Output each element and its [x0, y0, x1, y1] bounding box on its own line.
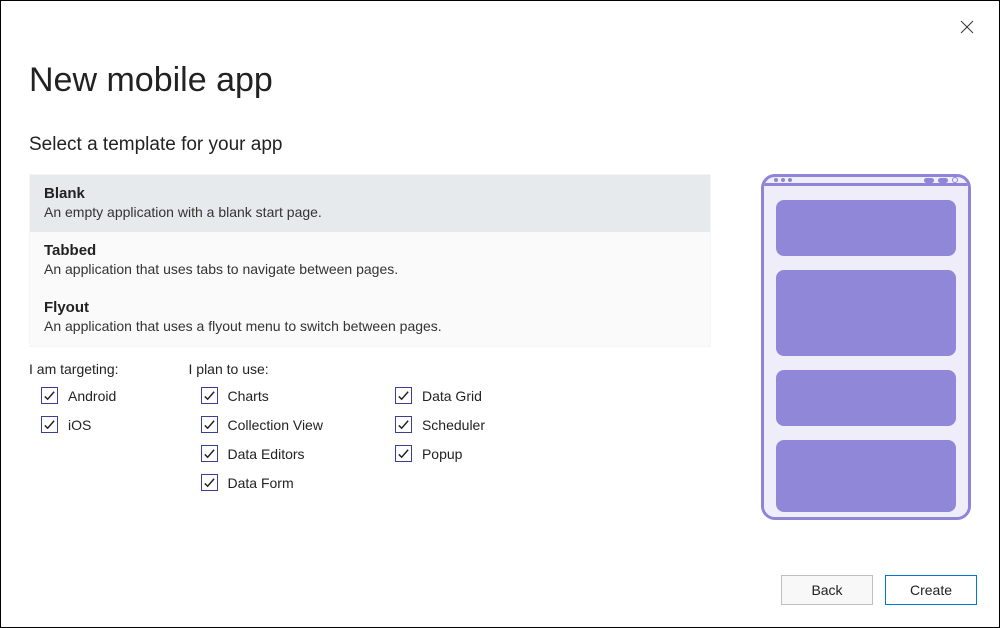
- checkbox-data-form[interactable]: [201, 474, 218, 491]
- checkbox-label: Scheduler: [422, 417, 485, 433]
- check-icon: [203, 447, 216, 460]
- checkbox-charts[interactable]: [201, 387, 218, 404]
- template-item-blank[interactable]: Blank An empty application with a blank …: [30, 175, 710, 232]
- template-title: Tabbed: [44, 242, 696, 259]
- close-icon: [960, 20, 974, 34]
- checkbox-label: Charts: [228, 388, 269, 404]
- template-item-flyout[interactable]: Flyout An application that uses a flyout…: [30, 289, 710, 346]
- checkbox-label: iOS: [68, 417, 91, 433]
- back-button[interactable]: Back: [781, 575, 873, 605]
- template-title: Blank: [44, 185, 696, 202]
- check-icon: [397, 447, 410, 460]
- checkbox-scheduler[interactable]: [395, 416, 412, 433]
- checkbox-label: Data Editors: [228, 446, 305, 462]
- checkbox-label: Popup: [422, 446, 462, 462]
- check-icon: [397, 389, 410, 402]
- preview-card: [776, 270, 956, 356]
- page-subtitle: Select a template for your app: [29, 134, 971, 156]
- checkbox-popup[interactable]: [395, 445, 412, 462]
- checkbox-label: Android: [68, 388, 116, 404]
- template-desc: An application that uses tabs to navigat…: [44, 261, 696, 277]
- preview-card: [776, 200, 956, 256]
- checkbox-label: Collection View: [228, 417, 323, 433]
- checkbox-label: Data Grid: [422, 388, 482, 404]
- targeting-label: I am targeting:: [29, 361, 119, 377]
- checkbox-data-grid[interactable]: [395, 387, 412, 404]
- checkbox-android[interactable]: [41, 387, 58, 404]
- check-icon: [203, 389, 216, 402]
- plan-label: I plan to use:: [189, 361, 486, 377]
- close-button[interactable]: [957, 17, 977, 37]
- check-icon: [43, 418, 56, 431]
- check-icon: [203, 418, 216, 431]
- template-title: Flyout: [44, 299, 696, 316]
- template-preview: [761, 174, 971, 520]
- template-item-tabbed[interactable]: Tabbed An application that uses tabs to …: [30, 232, 710, 289]
- check-icon: [43, 389, 56, 402]
- template-desc: An application that uses a flyout menu t…: [44, 318, 696, 334]
- checkbox-collection-view[interactable]: [201, 416, 218, 433]
- checkbox-ios[interactable]: [41, 416, 58, 433]
- check-icon: [397, 418, 410, 431]
- template-list: Blank An empty application with a blank …: [29, 174, 711, 347]
- checkbox-data-editors[interactable]: [201, 445, 218, 462]
- preview-card: [776, 370, 956, 426]
- checkbox-label: Data Form: [228, 475, 294, 491]
- preview-card: [776, 440, 956, 512]
- page-title: New mobile app: [29, 61, 971, 100]
- check-icon: [203, 476, 216, 489]
- template-desc: An empty application with a blank start …: [44, 204, 696, 220]
- create-button[interactable]: Create: [885, 575, 977, 605]
